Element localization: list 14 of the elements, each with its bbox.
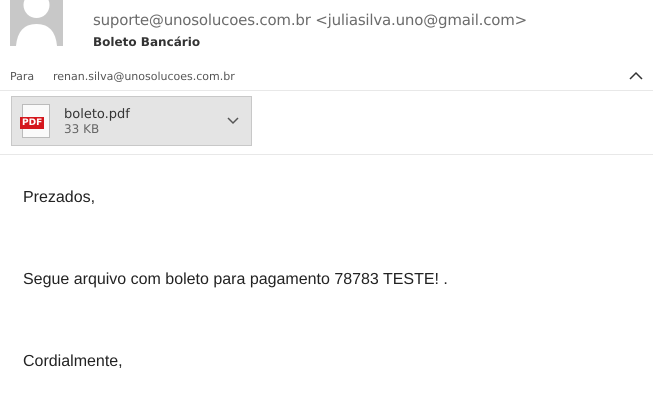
sender-address: suporte@unosolucoes.com.br <juliasilva.uno@gmail.com> [93, 11, 528, 29]
attachment-card[interactable]: PDF boleto.pdf 33 KB [11, 96, 252, 146]
body-paragraph: Prezados, [23, 189, 96, 207]
email-subject: Boleto Bancário [93, 35, 202, 49]
to-label: Para [10, 70, 36, 82]
body-paragraph: Cordialmente, [23, 353, 124, 371]
pdf-badge: PDF [20, 117, 44, 129]
avatar-icon [10, 0, 63, 46]
file-size: 33 KB [64, 122, 100, 136]
body-paragraph: Segue arquivo com boleto para pagamento 78783 TESTE! . [23, 271, 449, 289]
file-name: boleto.pdf [64, 106, 132, 122]
chevron-down-icon[interactable] [227, 117, 239, 125]
collapse-icon[interactable] [629, 71, 643, 81]
recipient-address: renan.silva@unosolucoes.com.br [53, 70, 236, 82]
